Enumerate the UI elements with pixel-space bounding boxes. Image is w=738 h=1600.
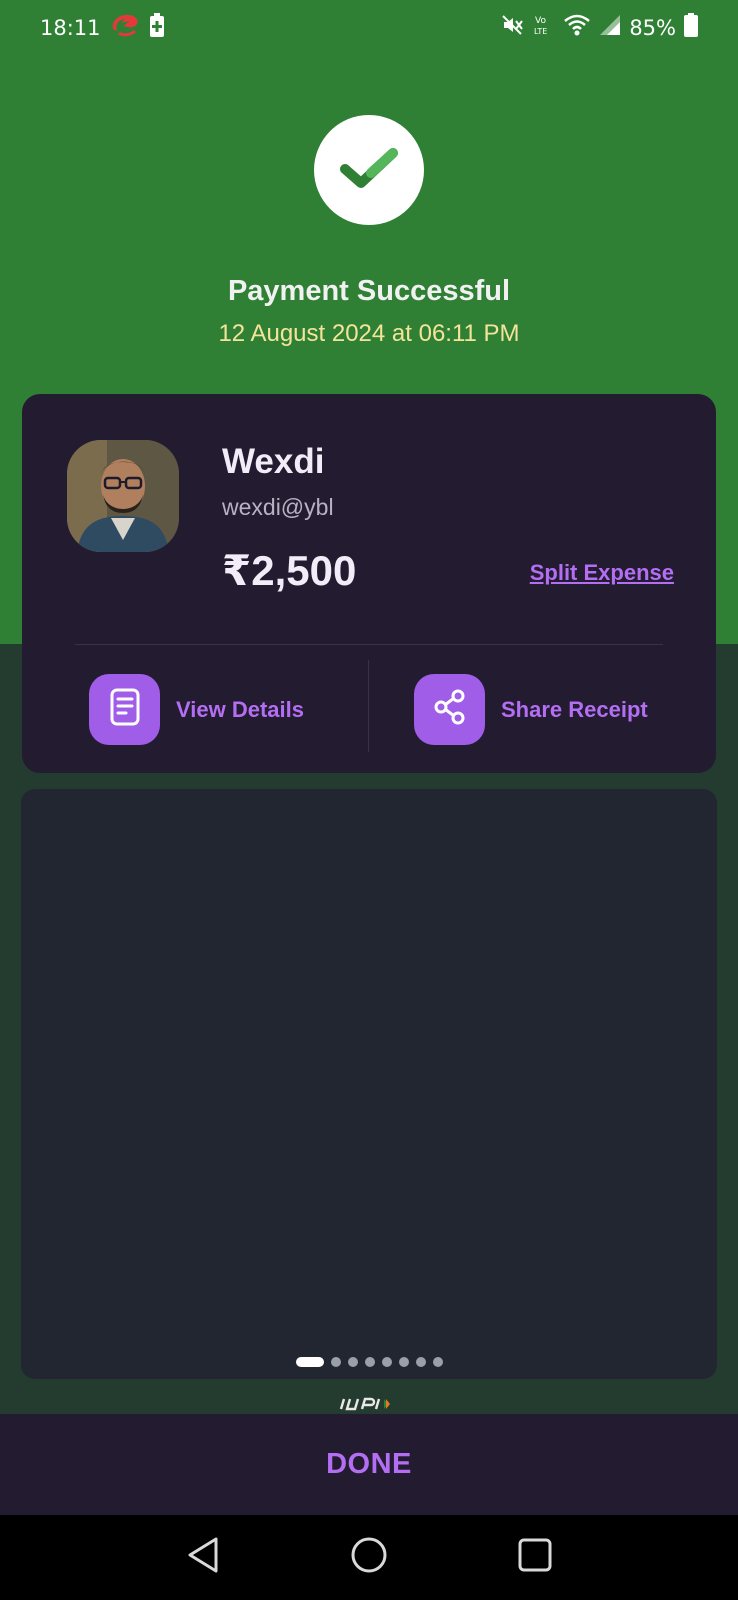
carousel-page-indicator <box>21 1357 717 1367</box>
share-receipt-button[interactable]: Share Receipt <box>414 674 648 745</box>
battery-saver-icon <box>149 12 165 44</box>
success-check-badge <box>314 115 424 225</box>
carousel-dot-active[interactable] <box>295 1357 324 1367</box>
back-icon <box>186 1536 220 1579</box>
carousel-dot[interactable] <box>381 1357 392 1367</box>
carousel-dot[interactable] <box>398 1357 409 1367</box>
volte-icon: Vo LTE <box>533 13 555 43</box>
svg-text:LTE: LTE <box>534 27 547 36</box>
home-icon <box>350 1536 388 1579</box>
signal-icon <box>599 14 621 42</box>
payment-amount: ₹2,500 <box>222 547 357 594</box>
share-receipt-icon-box <box>414 674 485 745</box>
view-details-button[interactable]: View Details <box>89 674 304 745</box>
recents-icon <box>517 1537 553 1578</box>
split-expense-link[interactable]: Split Expense <box>530 560 674 586</box>
promo-carousel[interactable] <box>21 789 717 1379</box>
done-label: DONE <box>326 1448 412 1480</box>
payment-status-title: Payment Successful <box>227 275 511 307</box>
share-icon <box>432 688 468 731</box>
carousel-dot[interactable] <box>364 1357 375 1367</box>
view-details-label: View Details <box>176 696 304 722</box>
share-receipt-label: Share Receipt <box>501 696 648 722</box>
card-divider <box>75 644 663 645</box>
payee-upi-id: wexdi@ybl <box>222 494 334 520</box>
payee-card: Wexdi wexdi@ybl ₹2,500 Split Expense Vie… <box>22 394 716 773</box>
carousel-dot[interactable] <box>330 1357 341 1367</box>
payment-datetime: 12 August 2024 at 06:11 PM <box>218 320 520 347</box>
carousel-dot[interactable] <box>347 1357 358 1367</box>
battery-icon <box>684 13 698 43</box>
wifi-icon <box>563 13 591 43</box>
check-icon <box>337 143 401 198</box>
carousel-dot[interactable] <box>432 1357 443 1367</box>
document-icon <box>108 688 142 731</box>
payee-name: Wexdi <box>222 442 325 481</box>
battery-percent: 85% <box>629 16 676 40</box>
mute-icon <box>501 13 525 43</box>
status-bar: 18:11 Vo LTE 85% <box>0 0 738 56</box>
back-button[interactable] <box>173 1528 233 1588</box>
avatar <box>67 440 179 552</box>
home-button[interactable] <box>339 1528 399 1588</box>
system-nav-bar <box>0 1515 738 1600</box>
actions-divider <box>368 660 369 752</box>
carousel-dot[interactable] <box>415 1357 426 1367</box>
recents-button[interactable] <box>505 1528 565 1588</box>
svg-text:Vo: Vo <box>535 16 546 26</box>
done-button[interactable]: DONE <box>0 1414 738 1515</box>
status-time: 18:11 <box>40 16 101 40</box>
upi-logo <box>338 1395 408 1415</box>
carrier-icon <box>109 11 141 45</box>
view-details-icon-box <box>89 674 160 745</box>
